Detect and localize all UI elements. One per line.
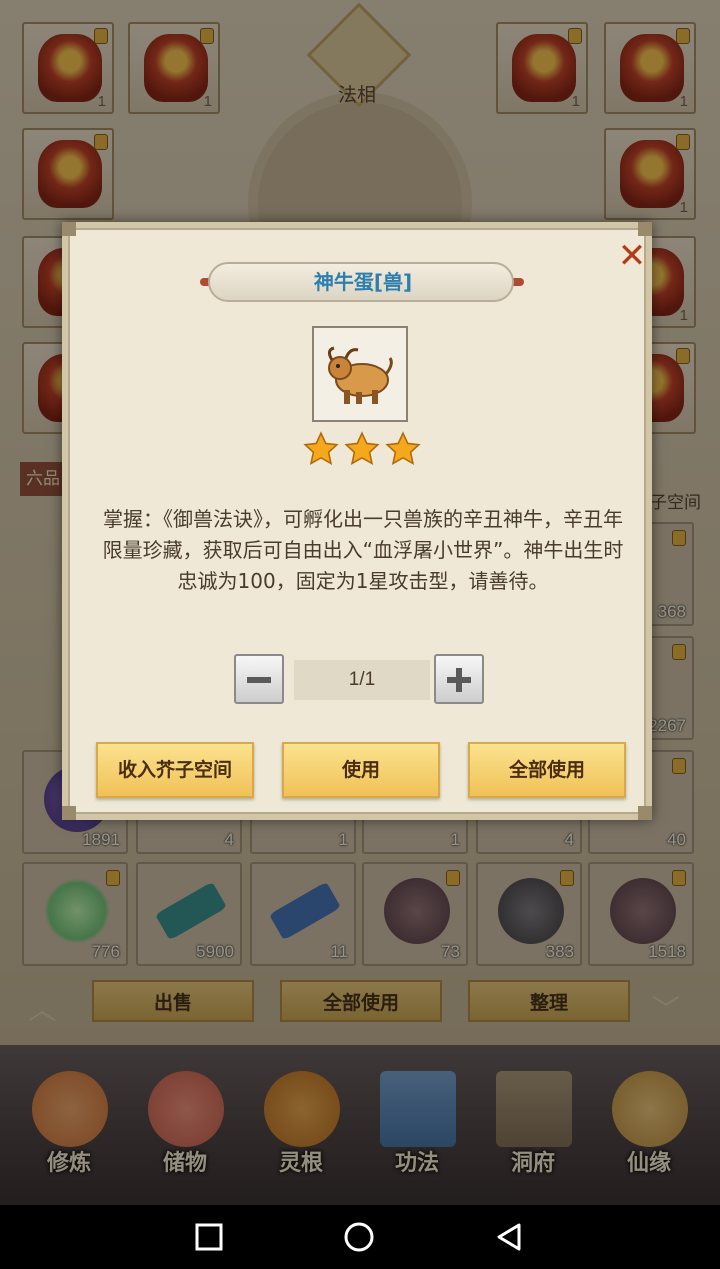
title-banner: 神牛蛋[兽] — [208, 262, 514, 302]
star-rating — [302, 430, 422, 470]
item-icon-frame — [312, 326, 408, 422]
frame-corner — [62, 222, 76, 236]
item-description: 掌握：《御兽法诀》，可孵化出一只兽族的辛丑神牛，辛丑年限量珍藏，获取后可自由出入… — [102, 507, 624, 593]
frame-corner — [638, 806, 652, 820]
frame-corner — [638, 222, 652, 236]
star-icon — [344, 431, 380, 465]
store-to-space-button[interactable]: 收入芥子空间 — [96, 742, 254, 798]
decrease-quantity-button[interactable] — [234, 654, 284, 704]
ox-icon — [327, 346, 393, 404]
system-nav-bar — [0, 1205, 720, 1269]
increase-quantity-button[interactable] — [434, 654, 484, 704]
item-detail-dialog: ✕ 神牛蛋[兽] 掌握：《御兽法诀》，可孵化出一只兽族的辛丑神牛，辛丑年限量珍藏… — [62, 222, 652, 820]
quantity-display: 1/1 — [294, 660, 430, 700]
close-icon[interactable]: ✕ — [612, 236, 652, 276]
star-icon — [385, 431, 421, 465]
item-title: 神牛蛋[兽] — [313, 270, 413, 294]
frame-corner — [62, 806, 76, 820]
recents-icon[interactable] — [193, 1221, 225, 1253]
home-icon[interactable] — [343, 1221, 375, 1253]
star-icon — [303, 431, 339, 465]
use-all-button[interactable]: 全部使用 — [468, 742, 626, 798]
use-button[interactable]: 使用 — [282, 742, 440, 798]
back-icon[interactable] — [493, 1221, 525, 1253]
